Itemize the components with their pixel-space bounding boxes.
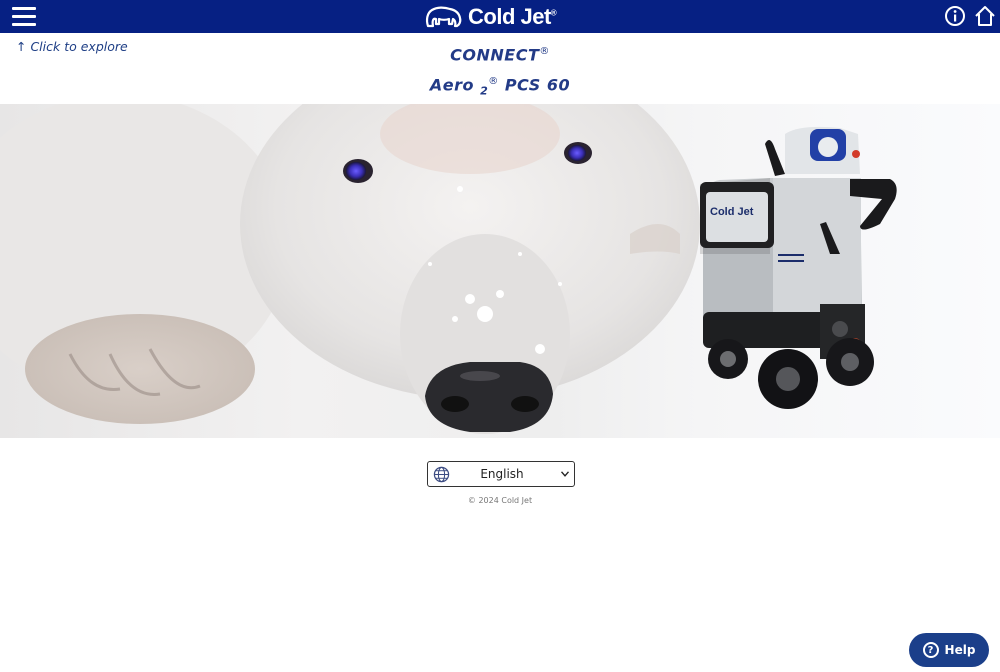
help-label: Help bbox=[944, 643, 976, 657]
title-connect: CONNECT® bbox=[300, 40, 700, 67]
polar-bear-logo-icon bbox=[425, 6, 462, 27]
hero-image: Cold Jet bbox=[0, 104, 1000, 438]
click-to-explore-link[interactable]: ↑ Click to explore bbox=[16, 39, 128, 54]
language-select[interactable]: English bbox=[427, 461, 575, 487]
cold-jet-logo: Cold Jet® bbox=[424, 3, 557, 30]
product-trademark: ® bbox=[488, 76, 499, 88]
aero2-pcs60-machine-image: Cold Jet bbox=[700, 126, 897, 409]
connect-trademark: ® bbox=[539, 46, 550, 57]
connect-label: CONNECT bbox=[450, 45, 540, 65]
hero-illustration: Cold Jet bbox=[0, 104, 897, 434]
product-name: Aero bbox=[429, 75, 475, 95]
selected-language: English bbox=[480, 467, 524, 481]
title-product: Aero 2® PCS 60 bbox=[300, 67, 700, 107]
hamburger-menu-icon[interactable] bbox=[12, 6, 36, 26]
home-icon[interactable] bbox=[973, 4, 997, 28]
brand-trademark: ® bbox=[550, 8, 557, 18]
polar-bear-image bbox=[0, 104, 700, 434]
help-button[interactable]: ? Help bbox=[909, 633, 989, 667]
brand-name: Cold Jet bbox=[468, 3, 551, 29]
page-title: CONNECT® Aero 2® PCS 60 bbox=[300, 40, 700, 107]
top-bar: Cold Jet® bbox=[0, 0, 1000, 33]
product-model: PCS 60 bbox=[504, 75, 571, 95]
chevron-down-icon bbox=[561, 471, 569, 477]
question-circle-icon: ? bbox=[922, 642, 939, 658]
info-icon[interactable] bbox=[944, 5, 966, 27]
copyright-text: © 2024 Cold Jet bbox=[467, 496, 533, 505]
machine-logo-text: Cold Jet bbox=[710, 206, 754, 218]
